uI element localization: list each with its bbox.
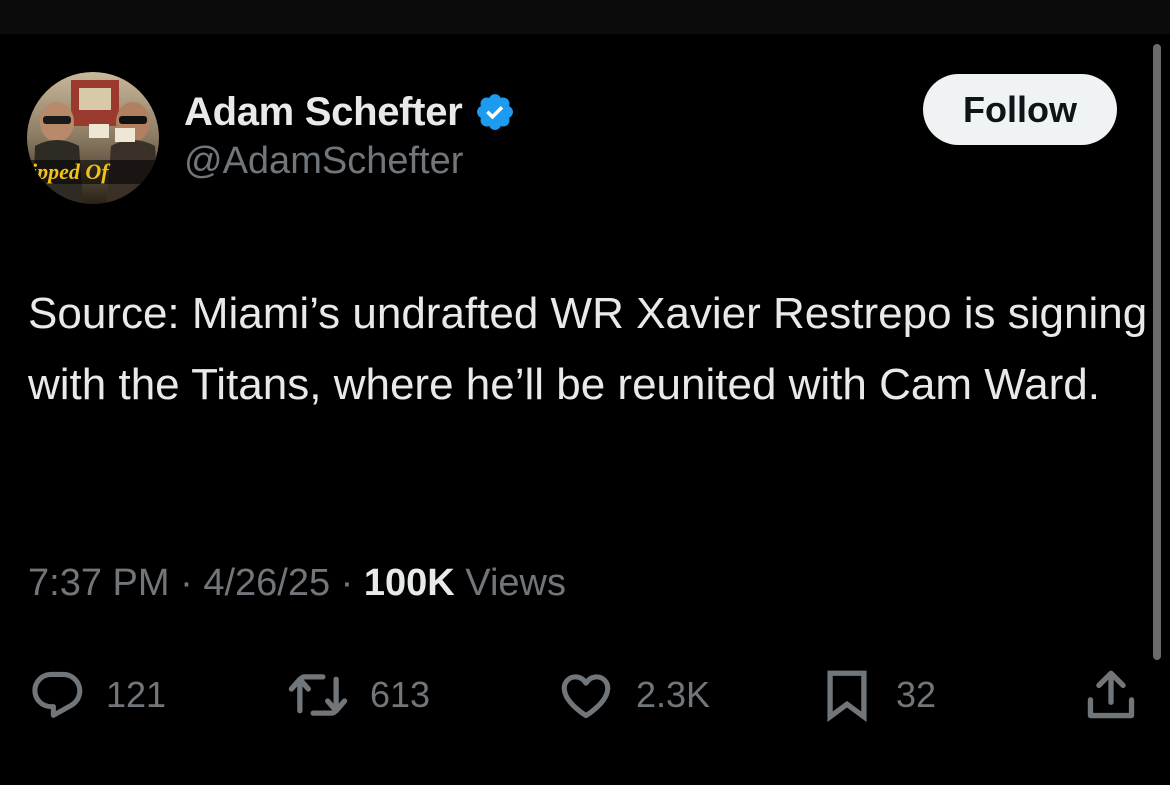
avatar-image: ipped Of <box>27 72 159 204</box>
meta-separator: · <box>180 562 193 604</box>
share-button[interactable] <box>1082 660 1140 730</box>
top-bar <box>0 0 1170 34</box>
tweet-time[interactable]: 7:37 PM <box>28 562 170 604</box>
reply-button[interactable]: 121 <box>28 660 166 730</box>
scrollbar[interactable] <box>1153 44 1161 660</box>
action-bar: 121 613 2.3K 32 <box>0 660 1170 730</box>
author-name[interactable]: Adam Schefter <box>184 90 463 135</box>
like-count: 2.3K <box>636 674 711 715</box>
share-icon <box>1087 670 1135 719</box>
tweet-meta: 7:37 PM · 4/26/25 · 100K Views <box>28 562 566 605</box>
tweet-date[interactable]: 4/26/25 <box>203 562 330 604</box>
views-count: 100K <box>363 562 455 604</box>
verified-badge-icon[interactable] <box>474 91 516 133</box>
avatar[interactable]: ipped Of <box>27 72 159 204</box>
repost-count: 613 <box>370 674 431 715</box>
bookmark-button[interactable]: 32 <box>818 660 936 730</box>
reply-count: 121 <box>106 674 167 715</box>
author-name-row: Adam Schefter <box>184 88 516 136</box>
views-label: Views <box>465 562 566 604</box>
svg-text:ipped Of: ipped Of <box>31 159 111 184</box>
repost-button[interactable]: 613 <box>286 660 430 730</box>
reply-icon <box>32 671 83 718</box>
follow-button[interactable]: Follow <box>923 74 1117 145</box>
bookmark-icon <box>827 670 867 723</box>
like-button[interactable]: 2.3K <box>556 660 710 730</box>
meta-separator: · <box>340 562 354 604</box>
heart-icon <box>561 674 611 719</box>
repost-icon <box>288 674 348 716</box>
bookmark-count: 32 <box>896 674 937 715</box>
tweet-text: Source: Miami’s undrafted WR Xavier Rest… <box>28 289 1148 409</box>
author-handle[interactable]: @AdamSchefter <box>184 140 463 183</box>
